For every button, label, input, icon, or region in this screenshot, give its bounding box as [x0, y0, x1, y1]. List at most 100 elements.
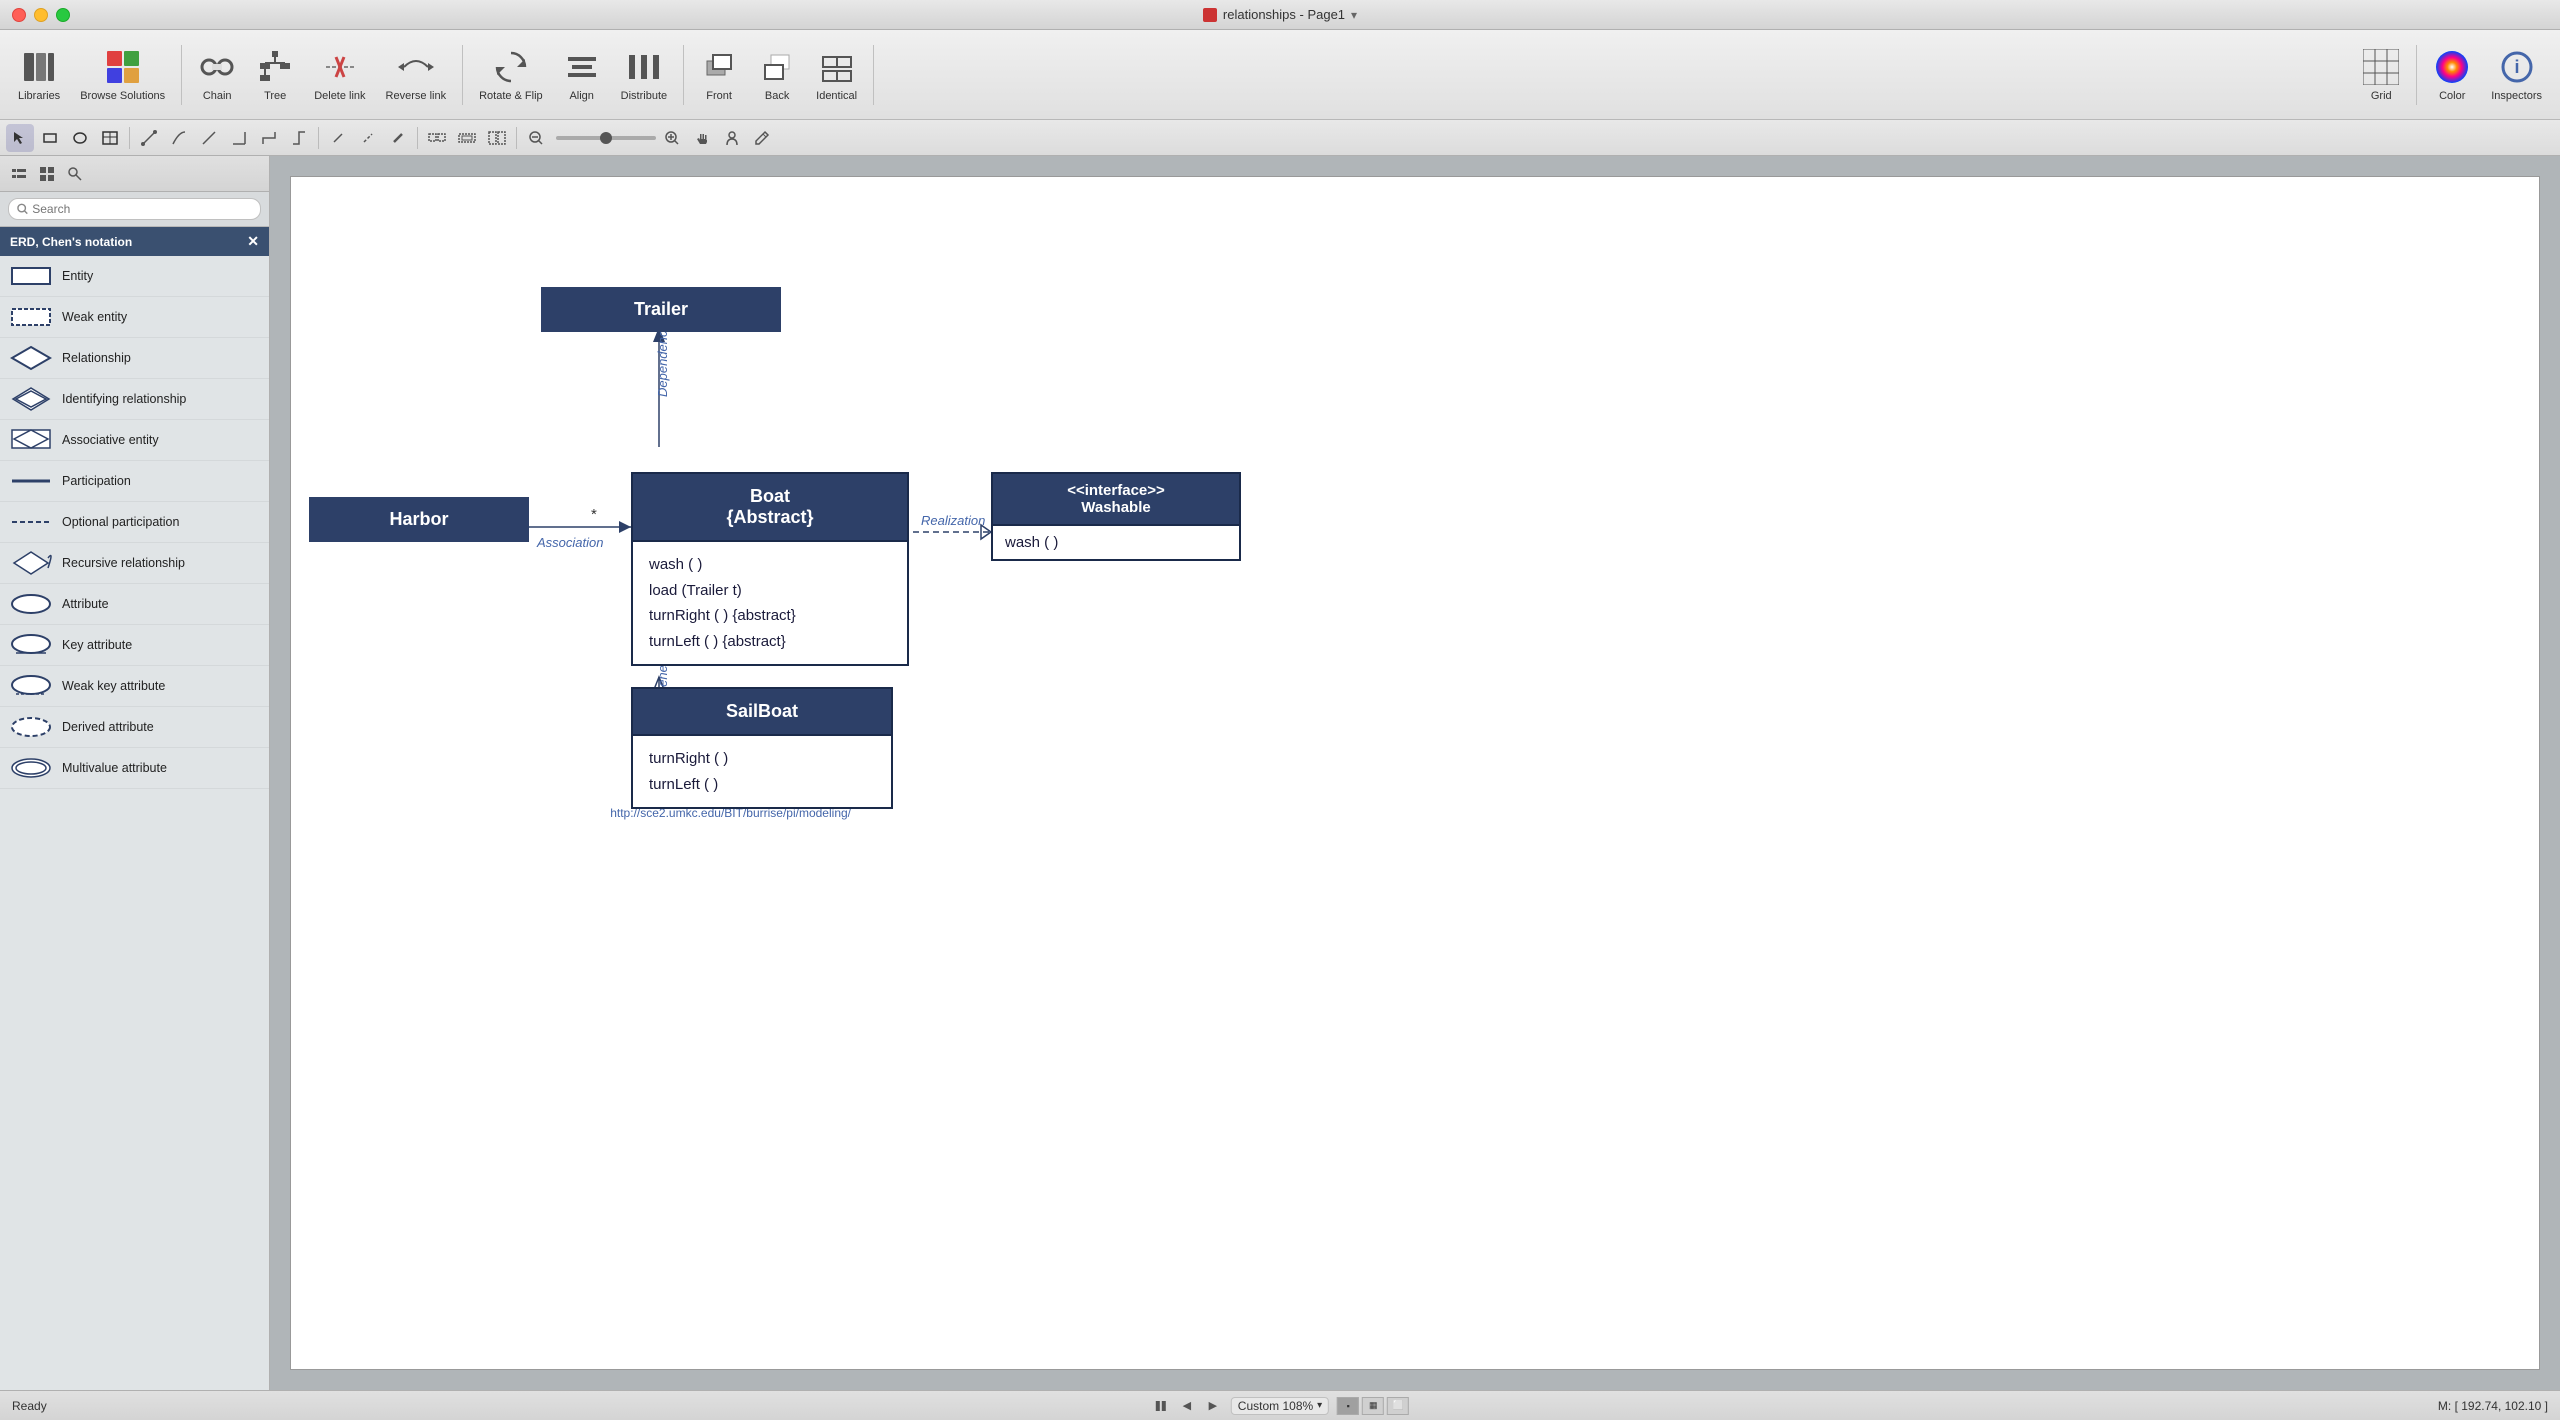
tb2-divider-1 — [129, 127, 130, 149]
panel-item-derived-attribute[interactable]: Derived attribute — [0, 707, 269, 748]
tb2-divider-2 — [318, 127, 319, 149]
toolbar-distribute[interactable]: Distribute — [613, 44, 675, 106]
tool-group3[interactable] — [483, 124, 511, 152]
panel-item-participation[interactable]: Participation — [0, 461, 269, 502]
panel-item-multivalue-attribute[interactable]: Multivalue attribute — [0, 748, 269, 789]
tool-group1[interactable] — [423, 124, 451, 152]
washable-node[interactable]: <<interface>>Washable wash ( ) — [991, 472, 1241, 561]
view-btn-2[interactable]: ▦ — [1362, 1397, 1384, 1415]
tool-hand[interactable] — [688, 124, 716, 152]
zoom-thumb[interactable] — [600, 132, 612, 144]
panel-item-optional-participation[interactable]: Optional participation — [0, 502, 269, 543]
tool-connector6[interactable] — [285, 124, 313, 152]
toolbar-inspectors[interactable]: i Inspectors — [2483, 44, 2550, 106]
panel-search-toggle[interactable] — [64, 163, 86, 185]
search-input-wrap[interactable] — [8, 198, 261, 220]
harbor-node[interactable]: Harbor — [309, 497, 529, 542]
tool-rectangle[interactable] — [36, 124, 64, 152]
search-input[interactable] — [32, 202, 252, 216]
toolbar-tree[interactable]: Tree — [248, 44, 302, 106]
tool-group2[interactable] — [453, 124, 481, 152]
toolbar-front[interactable]: Front — [692, 44, 746, 106]
toolbar-identical[interactable]: Identical — [808, 44, 865, 106]
panel-close-button[interactable]: ✕ — [247, 233, 259, 250]
inspectors-label: Inspectors — [2491, 90, 2542, 102]
browse-solutions-label: Browse Solutions — [80, 90, 165, 102]
toolbar-rotate-flip[interactable]: Rotate & Flip — [471, 44, 551, 106]
entity-label: Entity — [62, 269, 93, 283]
prev-page-button[interactable]: ◀ — [1177, 1396, 1197, 1416]
panel-items: Entity Weak entity Relationship — [0, 256, 269, 1390]
tool-zoom-in[interactable] — [658, 124, 686, 152]
sailboat-node[interactable]: SailBoat turnRight ( ) turnLeft ( ) — [631, 687, 893, 809]
tool-connector3[interactable] — [195, 124, 223, 152]
panel-item-associative-entity[interactable]: Associative entity — [0, 420, 269, 461]
category-label: ERD, Chen's notation — [10, 235, 132, 249]
tool-line3[interactable] — [384, 124, 412, 152]
tool-connector5[interactable] — [255, 124, 283, 152]
tool-connector1[interactable] — [135, 124, 163, 152]
tb2-divider-3 — [417, 127, 418, 149]
delete-link-label: Delete link — [314, 90, 365, 102]
tool-oval[interactable] — [66, 124, 94, 152]
trailer-node[interactable]: Trailer — [541, 287, 781, 332]
toolbar-chain[interactable]: Chain — [190, 44, 244, 106]
toolbar-delete-link[interactable]: Delete link — [306, 44, 373, 106]
minimize-button[interactable] — [34, 8, 48, 22]
view-btn-1[interactable]: ▪ — [1337, 1397, 1359, 1415]
panel-item-identifying-relationship[interactable]: Identifying relationship — [0, 379, 269, 420]
weak-key-attribute-icon — [10, 672, 52, 700]
tool-table[interactable] — [96, 124, 124, 152]
toolbar-divider-5 — [2416, 45, 2417, 105]
toolbar-color[interactable]: Color — [2425, 44, 2479, 106]
tool-connector2[interactable] — [165, 124, 193, 152]
app-icon — [1203, 8, 1217, 22]
libraries-icon — [20, 48, 58, 86]
participation-label: Participation — [62, 474, 131, 488]
tool-line2[interactable] — [354, 124, 382, 152]
toolbar-back[interactable]: Back — [750, 44, 804, 106]
toolbar-align[interactable]: Align — [555, 44, 609, 106]
pause-button[interactable] — [1151, 1398, 1171, 1414]
close-button[interactable] — [12, 8, 26, 22]
zoom-slider[interactable] — [556, 136, 656, 140]
zoom-slider-area[interactable] — [556, 136, 656, 140]
search-icon — [17, 203, 28, 215]
rotate-flip-label: Rotate & Flip — [479, 90, 543, 102]
relationship-icon — [10, 344, 52, 372]
boat-node[interactable]: Boat{Abstract} wash ( ) load (Trailer t)… — [631, 472, 909, 666]
canvas-area[interactable]: Dependency * Association Realization Gen… — [270, 156, 2560, 1390]
toolbar-browse-solutions[interactable]: Browse Solutions — [72, 44, 173, 106]
panel-item-key-attribute[interactable]: Key attribute — [0, 625, 269, 666]
view-btn-3[interactable]: ⬜ — [1387, 1397, 1409, 1415]
zoom-control[interactable]: Custom 108% ▾ — [1231, 1397, 1329, 1415]
panel-item-recursive-relationship[interactable]: Recursive relationship — [0, 543, 269, 584]
relationship-label: Relationship — [62, 351, 131, 365]
identical-label: Identical — [816, 90, 857, 102]
tool-person[interactable] — [718, 124, 746, 152]
panel-item-weak-entity[interactable]: Weak entity — [0, 297, 269, 338]
toolbar-libraries[interactable]: Libraries — [10, 44, 68, 106]
panel-item-relationship[interactable]: Relationship — [0, 338, 269, 379]
panel-item-attribute[interactable]: Attribute — [0, 584, 269, 625]
next-page-button[interactable]: ▶ — [1203, 1396, 1223, 1416]
maximize-button[interactable] — [56, 8, 70, 22]
tool-connector4[interactable] — [225, 124, 253, 152]
zoom-label: Custom 108% — [1238, 1399, 1313, 1413]
reverse-link-icon — [397, 48, 435, 86]
toolbar-reverse-link[interactable]: Reverse link — [378, 44, 455, 106]
dropdown-arrow[interactable]: ▾ — [1351, 8, 1357, 22]
tool-zoom-out[interactable] — [522, 124, 550, 152]
tool-pencil[interactable] — [748, 124, 776, 152]
panel-list-view[interactable] — [8, 163, 30, 185]
tool-cursor[interactable] — [6, 124, 34, 152]
panel-item-entity[interactable]: Entity — [0, 256, 269, 297]
panel-header — [0, 156, 269, 192]
diagram-canvas[interactable]: Dependency * Association Realization Gen… — [290, 176, 2540, 1370]
tool-line1[interactable] — [324, 124, 352, 152]
toolbar-grid[interactable]: Grid — [2354, 44, 2408, 106]
panel-item-weak-key-attribute[interactable]: Weak key attribute — [0, 666, 269, 707]
titlebar: relationships - Page1 ▾ — [0, 0, 2560, 30]
panel-grid-view[interactable] — [36, 163, 58, 185]
zoom-dropdown-arrow[interactable]: ▾ — [1317, 1400, 1322, 1411]
